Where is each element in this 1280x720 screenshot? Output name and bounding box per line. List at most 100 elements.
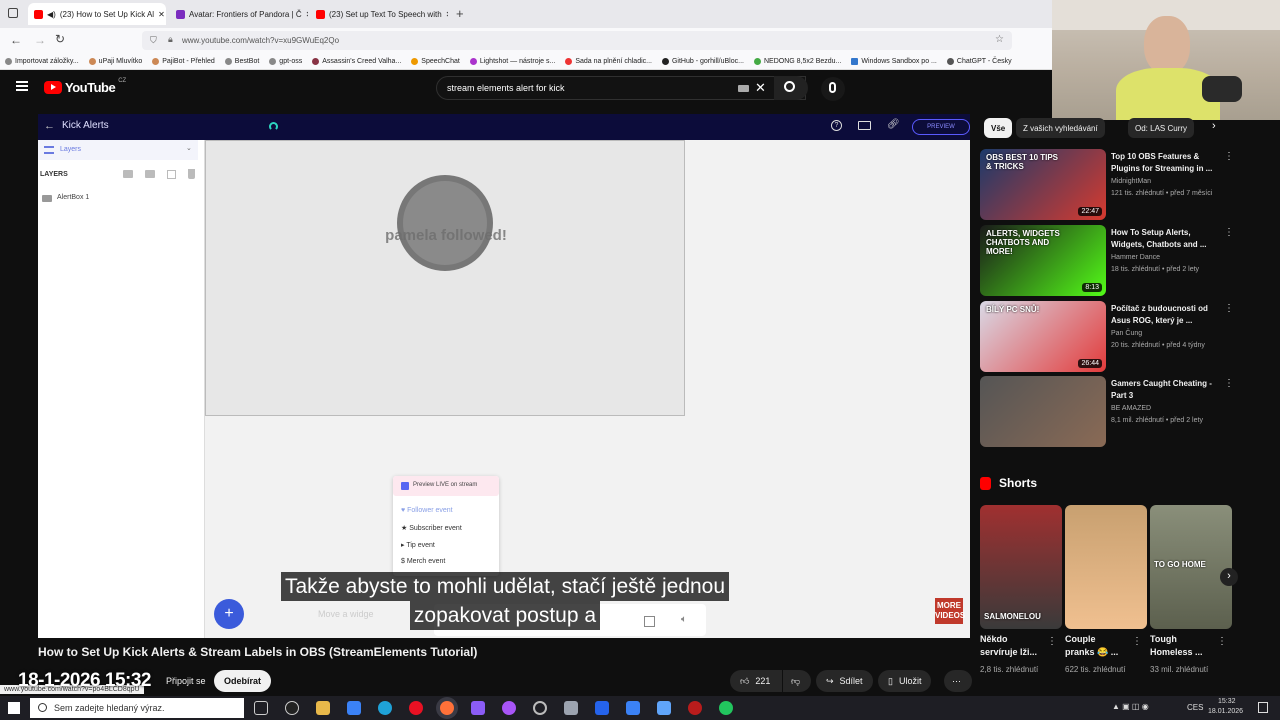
browser-tab[interactable]: Avatar: Frontiers of Pandora | Č ✕ [170,3,308,25]
more-videos-button[interactable]: MORE VIDEOS [935,598,965,624]
hamburger-menu-icon[interactable] [16,81,28,91]
clear-search-icon[interactable]: ✕ [755,80,766,96]
page-actions-icon[interactable]: ☆ [995,34,1004,45]
youtube-logo[interactable]: YouTube CZ [44,78,126,95]
bookmark-item[interactable]: Lightshot — nástroje s... [465,58,560,65]
video-thumbnail[interactable] [980,376,1106,447]
lock-icon[interactable]: 🔒︎ [168,34,173,45]
join-button[interactable]: Připojit se [160,670,212,692]
short-title[interactable]: Couple pranks 😂 ... [1065,633,1125,659]
recommendation-title[interactable]: Top 10 OBS Features & Plugins for Stream… [1111,151,1221,175]
keyboard-icon[interactable] [738,85,749,92]
firefox-icon[interactable] [440,701,454,715]
shield-icon[interactable]: ⛉ [150,35,157,46]
voice-search-button[interactable] [821,77,845,101]
short-thumbnail[interactable]: SALMONELOU [980,505,1062,629]
app-icon[interactable] [688,701,702,715]
checkbox-icon[interactable] [401,482,409,490]
channel-name[interactable]: Pan Čung [1111,330,1142,337]
short-title[interactable]: Tough Homeless ... [1150,633,1210,659]
audio-icon[interactable]: ◀) [47,10,56,19]
short-title[interactable]: Někdo servíruje lži... [980,633,1040,659]
clock-time[interactable]: 15:32 [1218,698,1236,705]
back-icon[interactable]: ← [10,33,22,47]
store-icon[interactable] [347,701,361,715]
app-icon[interactable] [564,701,578,715]
bookmark-item[interactable]: Windows Sandbox po ... [846,58,942,65]
taskbar-search[interactable]: Sem zadejte hledaný výraz. [30,698,244,718]
recommendation-title[interactable]: Počítač z budoucnosti od Asus ROG, který… [1111,303,1221,327]
share-button[interactable]: ↪ Sdílet [816,670,873,692]
bookmark-item[interactable]: BestBot [220,58,265,65]
bookmark-item[interactable]: Sada na plnění chladic... [560,58,657,65]
video-thumbnail[interactable]: OBS BEST 10 TIPS & TRICKS 22:47 [980,149,1106,220]
screen-icon[interactable] [858,121,871,130]
close-tab-icon[interactable]: ✕ [446,10,448,19]
more-options-icon[interactable]: ⋮ [1217,636,1227,647]
video-thumbnail[interactable]: BÍLÝ PC SNŮ! 26:44 [980,301,1106,372]
app-icon[interactable] [502,701,516,715]
file-explorer-icon[interactable] [316,701,330,715]
app-icon[interactable] [657,701,671,715]
app-icon[interactable] [471,701,485,715]
subscribe-button[interactable]: Odebírat [214,670,272,692]
clock-date[interactable]: 18.01.2026 [1208,708,1243,715]
browser-tab-active[interactable]: ◀) (23) How to Set Up Kick Al ✕ [28,3,166,25]
app-icon[interactable] [719,701,733,715]
more-options-icon[interactable]: ⋮ [1224,303,1234,314]
task-view-icon[interactable] [254,701,268,715]
delete-icon[interactable] [188,169,195,179]
more-options-icon[interactable]: ⋮ [1224,227,1234,238]
browser-tab[interactable]: (23) Set up Text To Speech with ✕ [310,3,448,25]
reload-icon[interactable]: ↻ [55,32,65,46]
chevron-right-icon[interactable]: › [1212,120,1216,132]
more-actions-button[interactable]: ⋯ [944,670,972,692]
chip-from-channel[interactable]: Od: LAS Curry [1128,118,1195,138]
event-item-subscriber[interactable]: ★ Subscriber event [401,524,462,532]
bookmark-item[interactable]: GitHub - gorhill/uBloc... [657,58,749,65]
more-options-icon[interactable]: ⋮ [1132,636,1142,647]
event-item-tip[interactable]: ▸ Tip event [401,541,435,549]
recommendation-title[interactable]: How To Setup Alerts, Widgets, Chatbots a… [1111,227,1221,251]
event-item-follower[interactable]: ♥ Follower event [401,507,453,514]
channel-name[interactable]: Hammer Dance [1111,254,1160,261]
more-options-icon[interactable]: ⋮ [1224,151,1234,162]
close-tab-icon[interactable]: ✕ [306,10,308,19]
search-button[interactable] [774,76,808,100]
channel-name[interactable]: MidnightMan [1111,178,1151,185]
event-item-merch[interactable]: $ Merch event [401,558,445,565]
app-icon[interactable] [626,701,640,715]
video-player[interactable]: ← Kick Alerts ? 🔗︎ PREVIEW Layers ⌄ LAYE… [38,114,970,638]
more-options-icon[interactable]: ⋮ [1047,636,1057,647]
tray-icons[interactable]: ▲ ▣ ◫ ◉ [1112,702,1172,714]
url-bar[interactable]: ⛉ 🔒︎ www.youtube.com/watch?v=xu9GWuEq2Qo… [142,31,1012,50]
link-icon[interactable]: 🔗︎ [887,119,900,130]
add-layer-icon[interactable] [123,170,133,178]
settings-icon[interactable] [533,701,547,715]
chip-from-searches[interactable]: Z vašich vyhledávání [1016,118,1105,138]
channel-name[interactable]: BE AMAZED [1111,405,1151,412]
short-thumbnail[interactable] [1065,505,1147,629]
preview-button[interactable]: PREVIEW [912,119,970,135]
app-icon[interactable] [595,701,609,715]
like-button[interactable]: 👍︎ 221 [730,670,782,692]
short-thumbnail[interactable]: TO GO HOME [1150,505,1232,629]
bookmark-item[interactable]: SpeechChat [406,58,465,65]
bookmark-item[interactable]: gpt-oss [264,58,307,65]
chevron-down-icon[interactable]: ⌄ [186,144,192,152]
tab-list-icon[interactable] [8,8,18,18]
bookmark-item[interactable]: uPaji Mluvítko [84,58,148,65]
shorts-next-icon[interactable]: › [1220,568,1238,586]
edge-icon[interactable] [378,701,392,715]
overlay-canvas[interactable]: pamela followed! [205,140,685,416]
recommendation-item[interactable]: Gamers Caught Cheating - Part 3 BE AMAZE… [980,376,1240,448]
forward-icon[interactable]: → [34,33,46,47]
notification-icon[interactable] [1258,702,1268,713]
more-options-icon[interactable]: ⋮ [1224,378,1234,389]
folder-icon[interactable] [145,170,155,178]
save-button[interactable]: ▯ Uložit [878,670,932,692]
dislike-button[interactable]: 👎︎ [783,670,811,692]
close-tab-icon[interactable]: ✕ [158,10,165,19]
bookmark-item[interactable]: ChatGPT - Česky [942,58,1017,65]
recommendation-item[interactable]: BÍLÝ PC SNŮ! 26:44 Počítač z budoucnosti… [980,301,1240,373]
